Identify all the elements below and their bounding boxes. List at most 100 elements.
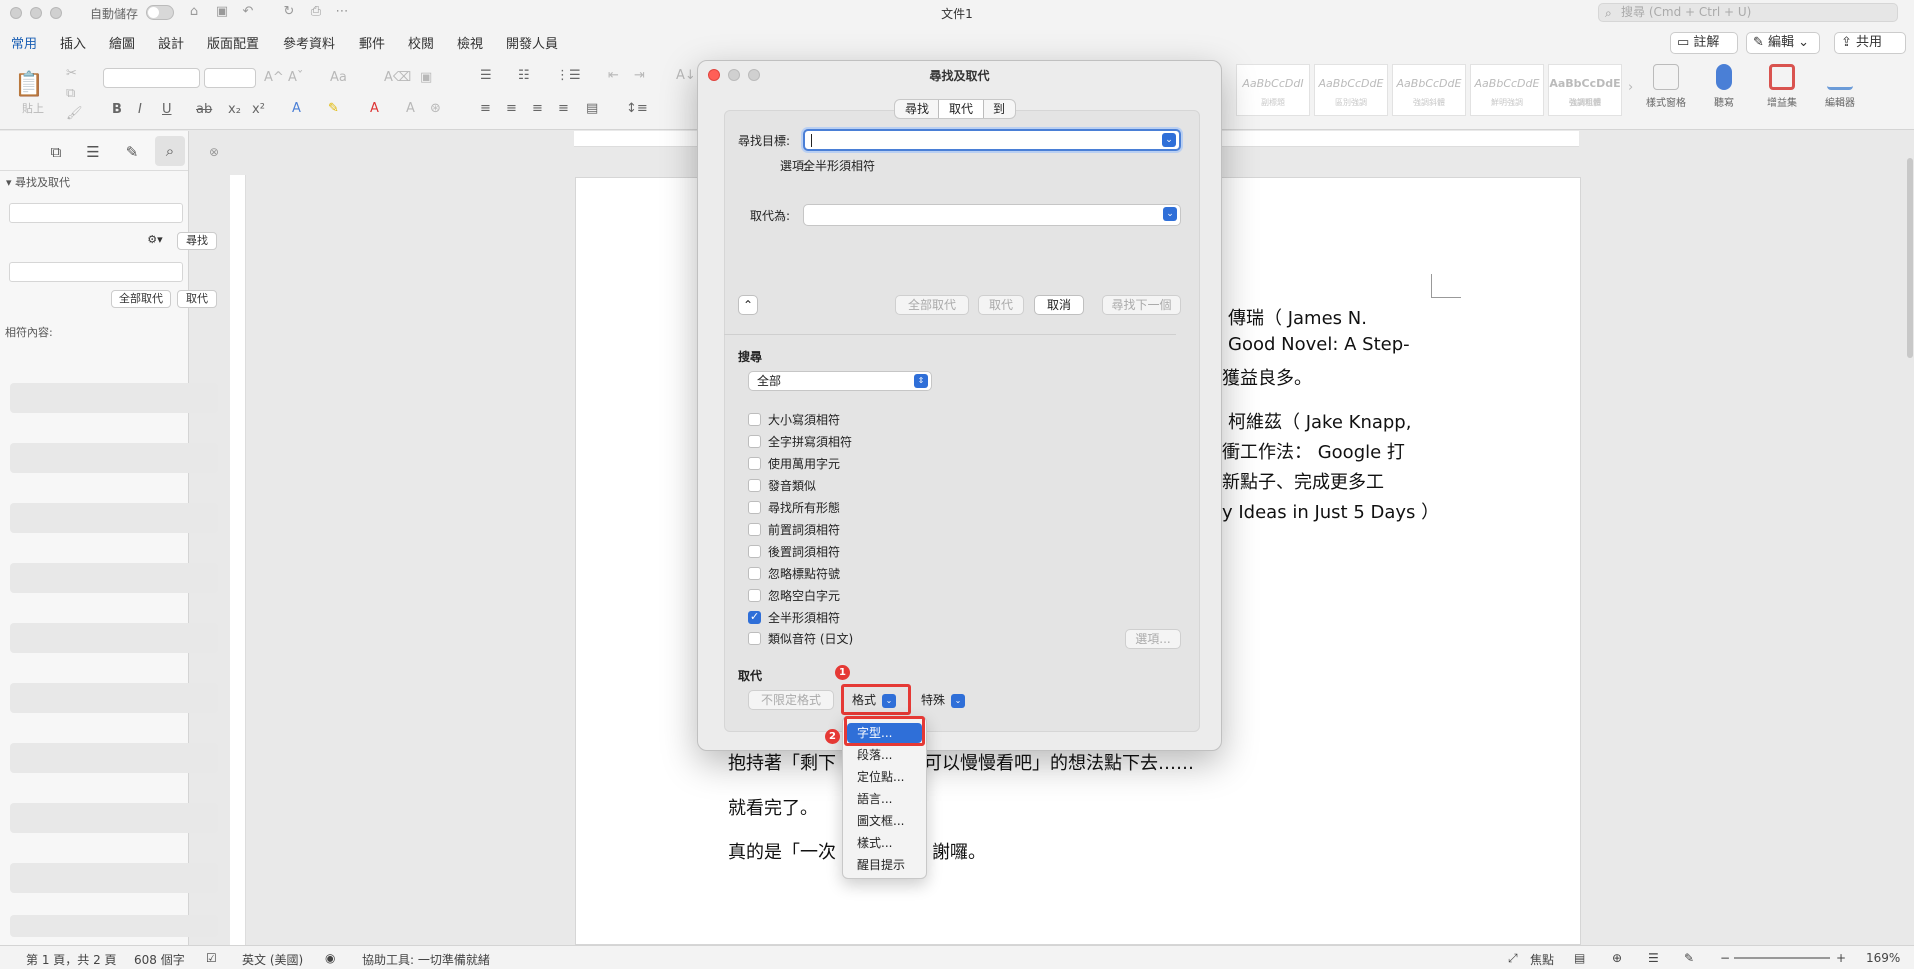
tab-review[interactable]: 校閱 xyxy=(408,33,434,52)
font-family-select[interactable] xyxy=(103,68,200,88)
document-text[interactable]: 抱持著「剩下 xyxy=(728,749,836,775)
autosave-toggle[interactable] xyxy=(146,5,174,20)
shrink-font-icon[interactable]: Aˇ xyxy=(288,70,303,85)
document-text[interactable]: y Ideas in Just 5 Days ） xyxy=(1222,498,1439,524)
checkbox[interactable] xyxy=(748,544,761,558)
distributed-icon[interactable]: ▤ xyxy=(586,101,598,116)
collapse-options-button[interactable]: ⌃ xyxy=(738,295,758,315)
italic-icon[interactable]: I xyxy=(138,102,142,117)
editing-mode-button[interactable]: ✎ 編輯 ⌄ xyxy=(1746,32,1820,54)
copy-icon[interactable]: ⧉ xyxy=(66,86,75,101)
document-text[interactable]: 衝工作法： Google 打 xyxy=(1222,438,1405,464)
underline-icon[interactable]: U xyxy=(162,102,172,117)
document-text[interactable]: Good Novel: A Step- xyxy=(1228,334,1410,355)
outline-view-icon[interactable]: ☰ xyxy=(1648,951,1659,965)
style-subtle-emphasis[interactable]: AaBbCcDdE 區別強調 xyxy=(1314,64,1388,116)
checkbox-whole-word[interactable]: 全字拼寫須相符 xyxy=(748,433,852,449)
zoom-out-icon[interactable]: − xyxy=(1720,951,1730,965)
increase-indent-icon[interactable]: ⇥ xyxy=(634,68,645,83)
enclose-characters-icon[interactable]: ⊛ xyxy=(430,101,441,116)
multilevel-list-icon[interactable]: ⋮☰ xyxy=(556,68,581,83)
more-icon[interactable]: ⋯ xyxy=(334,4,350,20)
document-text[interactable]: 新點子、完成更多工 xyxy=(1222,468,1384,494)
print-layout-icon[interactable]: ▤ xyxy=(1574,951,1585,965)
close-window-button[interactable] xyxy=(10,7,22,19)
undo-icon[interactable]: ↶ xyxy=(240,4,256,20)
superscript-icon[interactable]: x² xyxy=(252,102,265,117)
text-effects-icon[interactable]: A xyxy=(292,101,301,116)
tab-design[interactable]: 設計 xyxy=(158,33,184,52)
no-formatting-button[interactable]: 不限定格式 xyxy=(748,690,834,710)
home-icon[interactable]: ⌂ xyxy=(186,4,202,20)
tab-developer[interactable]: 開發人員 xyxy=(506,33,558,52)
font-color-icon[interactable]: A xyxy=(370,101,379,116)
menu-item-highlight[interactable]: 醒目提示 xyxy=(847,855,922,875)
cut-icon[interactable]: ✂ xyxy=(66,66,77,81)
strikethrough-icon[interactable]: ab xyxy=(196,102,212,117)
checkbox-match-kana[interactable]: 類似音符 (日文) xyxy=(748,630,853,646)
sidebar-find-input[interactable] xyxy=(9,203,183,223)
find-what-input[interactable]: ⌄ xyxy=(803,129,1181,151)
align-left-icon[interactable]: ≡ xyxy=(480,101,491,116)
numbering-icon[interactable]: ☷ xyxy=(518,68,530,83)
menu-item-paragraph[interactable]: 段落... xyxy=(847,745,922,765)
page-count[interactable]: 第 1 頁，共 2 頁 xyxy=(26,951,117,968)
thumbnails-icon[interactable]: ⧉ xyxy=(47,143,65,161)
checkbox-sounds-like[interactable]: 發音類似 xyxy=(748,477,816,493)
close-pane-icon[interactable]: ⊗ xyxy=(205,143,223,161)
checkbox-match-prefix[interactable]: 前置詞須相符 xyxy=(748,521,840,537)
style-intense-emphasis[interactable]: AaBbCcDdE 鮮明強調 xyxy=(1470,64,1544,116)
checkbox-wildcards[interactable]: 使用萬用字元 xyxy=(748,455,840,471)
zoom-slider[interactable] xyxy=(1734,957,1830,959)
language-indicator[interactable]: 英文 (美國) xyxy=(242,951,303,968)
highlight-icon[interactable]: ✎ xyxy=(328,101,339,116)
zoom-level[interactable]: 169% xyxy=(1866,951,1900,965)
replace-with-input[interactable]: ⌄ xyxy=(803,204,1181,226)
minimize-window-button[interactable] xyxy=(30,7,42,19)
web-layout-icon[interactable]: ⊕ xyxy=(1612,951,1622,965)
character-shading-icon[interactable]: A xyxy=(406,101,415,116)
focus-icon[interactable]: ⤢ xyxy=(1508,951,1518,966)
tab-draw[interactable]: 繪圖 xyxy=(109,33,135,52)
document-text[interactable]: 傳瑞（ James N. xyxy=(1228,304,1367,330)
grow-font-icon[interactable]: A^ xyxy=(264,70,284,85)
checkbox-match-suffix[interactable]: 後置詞須相符 xyxy=(748,543,840,559)
clear-formatting-icon[interactable]: A⌫ xyxy=(384,70,411,85)
menu-item-language[interactable]: 語言... xyxy=(847,789,922,809)
checkbox-match-case[interactable]: 大小寫須相符 xyxy=(748,411,840,427)
paste-icon[interactable]: 📋 xyxy=(14,70,44,98)
justify-icon[interactable]: ≡ xyxy=(558,101,569,116)
outline-icon[interactable]: ☰ xyxy=(84,143,102,161)
sidebar-replace-button[interactable]: 取代 xyxy=(177,290,217,308)
bullets-icon[interactable]: ☰ xyxy=(480,68,492,83)
document-text[interactable]: 可以慢慢看吧」的想法點下去…… xyxy=(924,749,1194,775)
vertical-scrollbar[interactable] xyxy=(1907,158,1913,358)
accessibility-status[interactable]: 協助工具: 一切準備就緒 xyxy=(362,951,490,968)
checkbox-ignore-punctuation[interactable]: 忽略標點符號 xyxy=(748,565,840,581)
tab-layout[interactable]: 版面配置 xyxy=(207,33,259,52)
special-dropdown[interactable]: 特殊 ⌄ xyxy=(916,690,976,710)
word-count[interactable]: 608 個字 xyxy=(134,951,185,968)
addins-button[interactable]: 增益集 xyxy=(1760,64,1804,109)
align-center-icon[interactable]: ≡ xyxy=(506,101,517,116)
print-icon[interactable]: ⎙ xyxy=(308,4,324,20)
proofing-icon[interactable]: ☑ xyxy=(206,951,217,965)
search-scope-select[interactable]: 全部 ⇕ xyxy=(748,371,932,391)
line-spacing-icon[interactable]: ↕≡ xyxy=(626,101,648,116)
draft-view-icon[interactable]: ✎ xyxy=(1684,951,1694,965)
change-case-icon[interactable]: Aa xyxy=(330,70,347,85)
subscript-icon[interactable]: x₂ xyxy=(228,102,241,117)
checkbox[interactable] xyxy=(748,412,761,426)
find-replace-heading[interactable]: ▾ 尋找及取代 xyxy=(6,174,70,190)
sidebar-replace-input[interactable] xyxy=(9,262,183,282)
dictate-button[interactable]: 聽寫 xyxy=(1702,64,1746,109)
checkbox-checked[interactable] xyxy=(748,610,761,624)
checkbox[interactable] xyxy=(748,478,761,492)
document-text[interactable]: 獲益良多。 xyxy=(1222,364,1312,390)
checkbox-all-word-forms[interactable]: 尋找所有形態 xyxy=(748,499,840,515)
share-button[interactable]: ⇪ 共用 ⌄ xyxy=(1834,32,1906,70)
document-text[interactable]: 柯維茲（ Jake Knapp, xyxy=(1228,408,1411,434)
zoom-window-button[interactable] xyxy=(50,7,62,19)
editor-button[interactable]: 編輯器 xyxy=(1818,64,1862,109)
document-text[interactable]: 謝囉。 xyxy=(932,838,986,864)
